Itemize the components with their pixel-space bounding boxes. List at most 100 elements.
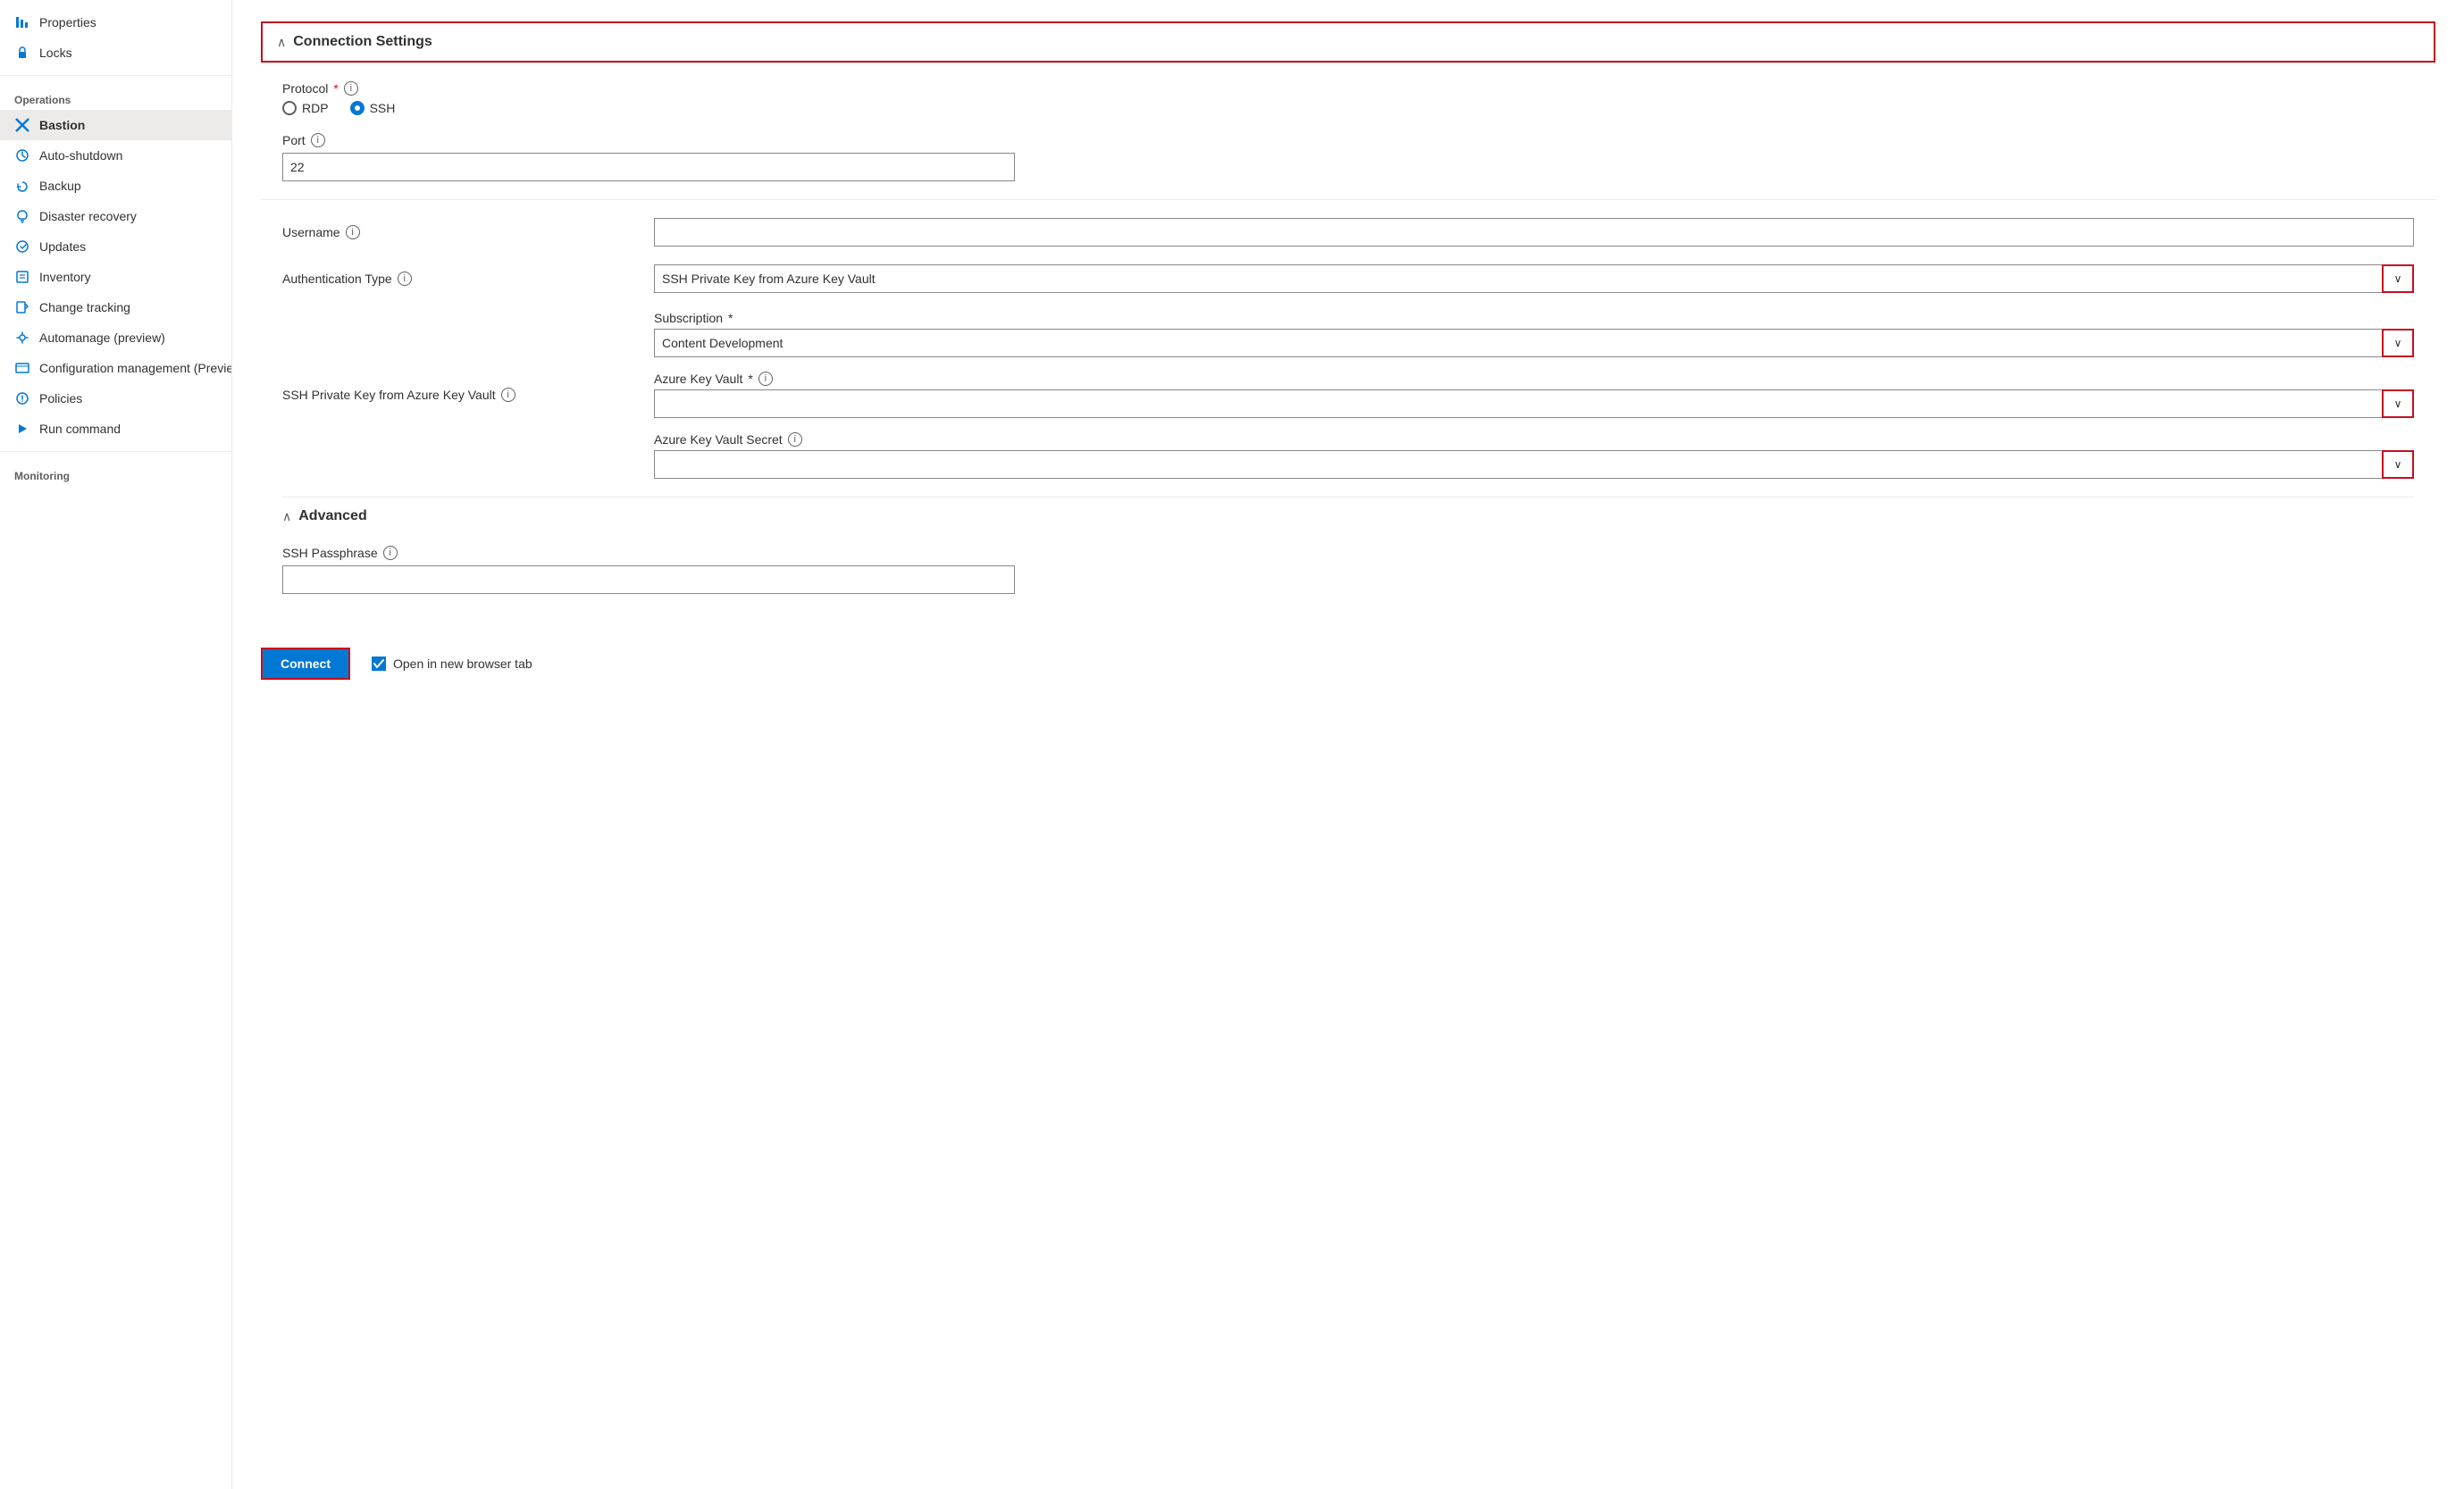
sidebar-item-backup[interactable]: Backup bbox=[0, 171, 231, 201]
azure-key-vault-required: * bbox=[748, 372, 752, 386]
key-vault-info-icon: i bbox=[501, 388, 515, 402]
ssh-label: SSH bbox=[370, 101, 396, 115]
connection-settings-title: Connection Settings bbox=[293, 34, 432, 50]
sidebar-item-inventory-label: Inventory bbox=[39, 270, 91, 284]
subscription-chevron-down-icon: ∨ bbox=[2394, 337, 2402, 349]
port-info-icon: i bbox=[311, 133, 325, 147]
subscription-dropdown-btn[interactable]: ∨ bbox=[2382, 329, 2414, 357]
key-vault-fields: Subscription * ∨ Azure Ke bbox=[654, 311, 2414, 479]
ssh-radio-option[interactable]: SSH bbox=[350, 101, 396, 115]
form-divider-1 bbox=[261, 199, 2435, 200]
sidebar-item-disaster-recovery-label: Disaster recovery bbox=[39, 209, 137, 223]
username-control bbox=[654, 218, 2414, 247]
open-new-tab-row: Open in new browser tab bbox=[372, 657, 532, 671]
connection-settings-form: Protocol * i RDP SSH bbox=[261, 63, 2435, 612]
azure-key-vault-label: Azure Key Vault * i bbox=[654, 372, 2414, 386]
disaster-recovery-icon bbox=[14, 208, 30, 224]
sidebar-item-locks-label: Locks bbox=[39, 46, 72, 60]
sidebar-item-bastion[interactable]: Bastion bbox=[0, 110, 231, 140]
username-input[interactable] bbox=[654, 218, 2414, 247]
azure-key-vault-secret-value[interactable] bbox=[654, 450, 2414, 479]
auth-type-label: Authentication Type i bbox=[282, 272, 640, 286]
advanced-section-header[interactable]: ∧ Advanced bbox=[282, 497, 2414, 535]
bastion-icon bbox=[14, 117, 30, 133]
sidebar-item-change-tracking-label: Change tracking bbox=[39, 300, 130, 314]
open-new-tab-checkbox[interactable] bbox=[372, 657, 386, 671]
port-section: Port i bbox=[282, 133, 2414, 181]
change-tracking-icon bbox=[14, 299, 30, 315]
port-label: Port i bbox=[282, 133, 2414, 147]
connection-settings-header[interactable]: ∧ Connection Settings bbox=[261, 21, 2435, 63]
sidebar-item-config-mgmt-label: Configuration management (Preview) bbox=[39, 361, 232, 375]
protocol-section: Protocol * i RDP SSH bbox=[282, 81, 2414, 115]
azure-key-vault-value[interactable] bbox=[654, 389, 2414, 418]
inventory-icon bbox=[14, 269, 30, 285]
sidebar-item-inventory[interactable]: Inventory bbox=[0, 262, 231, 292]
monitoring-section-title: Monitoring bbox=[0, 459, 231, 486]
sidebar-item-locks[interactable]: Locks bbox=[0, 38, 231, 68]
auth-type-control: ∨ bbox=[654, 264, 2414, 293]
subscription-required: * bbox=[728, 311, 733, 325]
sidebar-item-config-mgmt[interactable]: Configuration management (Preview) bbox=[0, 353, 231, 383]
protocol-label: Protocol * i bbox=[282, 81, 2414, 96]
key-vault-label: SSH Private Key from Azure Key Vault i bbox=[282, 311, 640, 479]
azure-key-vault-field: Azure Key Vault * i ∨ bbox=[654, 372, 2414, 418]
protocol-required: * bbox=[333, 81, 338, 96]
azure-key-vault-chevron-down-icon: ∨ bbox=[2394, 397, 2402, 410]
subscription-dropdown: ∨ bbox=[654, 329, 2414, 357]
azure-key-vault-dropdown-btn[interactable]: ∨ bbox=[2382, 389, 2414, 418]
connect-area: Connect Open in new browser tab bbox=[261, 633, 2435, 694]
sidebar-item-change-tracking[interactable]: Change tracking bbox=[0, 292, 231, 322]
main-content: ∧ Connection Settings Protocol * i RDP bbox=[232, 0, 2464, 1489]
protocol-info-icon: i bbox=[344, 81, 358, 96]
backup-icon bbox=[14, 178, 30, 194]
sidebar-item-disaster-recovery[interactable]: Disaster recovery bbox=[0, 201, 231, 231]
auth-type-value[interactable] bbox=[654, 264, 2414, 293]
ssh-radio-circle bbox=[350, 101, 365, 115]
auth-type-row: Authentication Type i ∨ bbox=[282, 264, 2414, 293]
sidebar-item-automanage[interactable]: Automanage (preview) bbox=[0, 322, 231, 353]
subscription-field: Subscription * ∨ bbox=[654, 311, 2414, 357]
advanced-title: Advanced bbox=[298, 508, 366, 524]
operations-section-title: Operations bbox=[0, 83, 231, 110]
auth-type-dropdown-btn[interactable]: ∨ bbox=[2382, 264, 2414, 293]
ssh-passphrase-info-icon: i bbox=[383, 546, 398, 560]
sidebar-divider-2 bbox=[0, 451, 231, 452]
rdp-label: RDP bbox=[302, 101, 329, 115]
auth-type-info-icon: i bbox=[398, 272, 412, 286]
connect-button[interactable]: Connect bbox=[261, 648, 350, 680]
azure-key-vault-secret-dropdown-btn[interactable]: ∨ bbox=[2382, 450, 2414, 479]
advanced-chevron-up: ∧ bbox=[282, 509, 291, 524]
sidebar-item-bastion-label: Bastion bbox=[39, 118, 85, 132]
ssh-passphrase-input[interactable] bbox=[282, 565, 1015, 594]
ssh-passphrase-section: SSH Passphrase i bbox=[282, 546, 2414, 594]
open-new-tab-label: Open in new browser tab bbox=[393, 657, 532, 671]
sidebar-item-backup-label: Backup bbox=[39, 179, 81, 193]
sidebar-item-policies[interactable]: Policies bbox=[0, 383, 231, 414]
sidebar-item-properties[interactable]: Properties bbox=[0, 7, 231, 38]
azure-key-vault-info-icon: i bbox=[758, 372, 773, 386]
rdp-radio-circle bbox=[282, 101, 297, 115]
azure-key-vault-secret-info-icon: i bbox=[788, 432, 802, 447]
sidebar-item-run-command[interactable]: Run command bbox=[0, 414, 231, 444]
protocol-radio-group: RDP SSH bbox=[282, 101, 2414, 115]
azure-key-vault-dropdown: ∨ bbox=[654, 389, 2414, 418]
azure-key-vault-secret-chevron-down-icon: ∨ bbox=[2394, 458, 2402, 471]
username-row: Username i bbox=[282, 218, 2414, 247]
sidebar-item-auto-shutdown[interactable]: Auto-shutdown bbox=[0, 140, 231, 171]
subscription-value[interactable] bbox=[654, 329, 2414, 357]
sidebar-item-updates[interactable]: Updates bbox=[0, 231, 231, 262]
sidebar-item-run-command-label: Run command bbox=[39, 422, 121, 436]
azure-key-vault-secret-dropdown: ∨ bbox=[654, 450, 2414, 479]
locks-icon bbox=[14, 45, 30, 61]
properties-icon bbox=[14, 14, 30, 30]
auth-type-chevron-down-icon: ∨ bbox=[2394, 272, 2402, 285]
automanage-icon bbox=[14, 330, 30, 346]
port-input[interactable] bbox=[282, 153, 1015, 181]
rdp-radio-option[interactable]: RDP bbox=[282, 101, 329, 115]
sidebar-item-auto-shutdown-label: Auto-shutdown bbox=[39, 148, 122, 163]
connection-settings-section: ∧ Connection Settings Protocol * i RDP bbox=[261, 21, 2435, 612]
username-label: Username i bbox=[282, 225, 640, 239]
auth-type-dropdown: ∨ bbox=[654, 264, 2414, 293]
run-command-icon bbox=[14, 421, 30, 437]
